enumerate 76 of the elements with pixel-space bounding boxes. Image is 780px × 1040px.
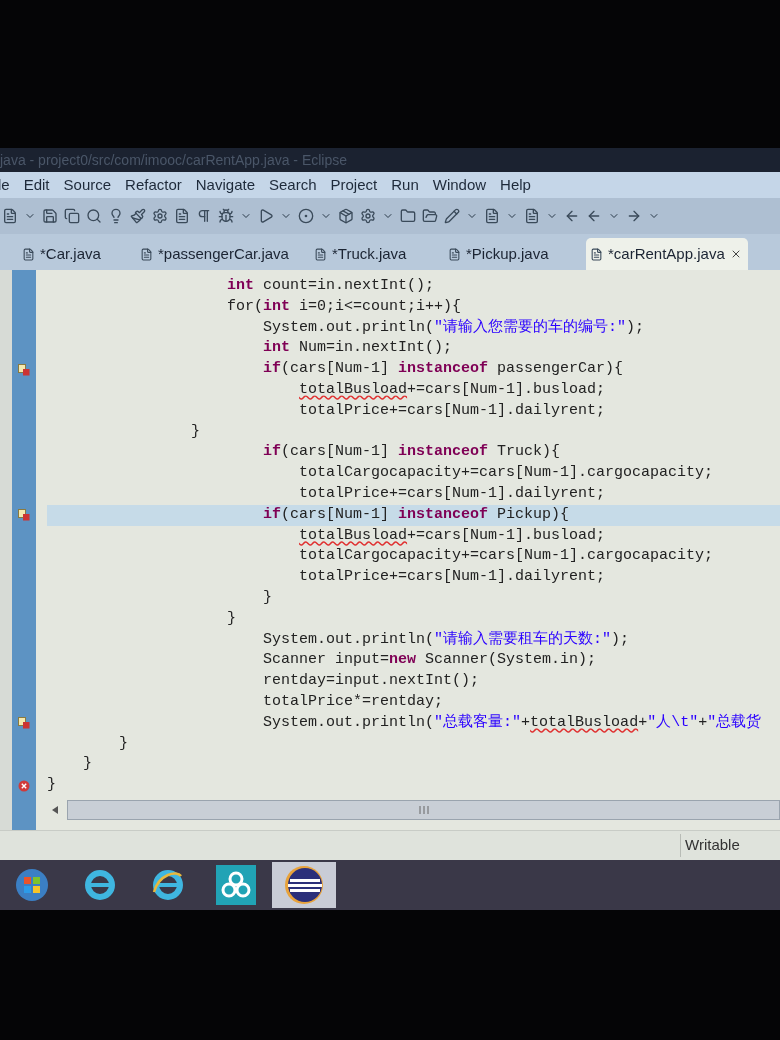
quick-fix-icon[interactable] [18, 509, 30, 522]
record-icon[interactable] [298, 208, 314, 224]
eclipse-app-icon [284, 865, 324, 905]
bug-icon[interactable] [218, 208, 234, 224]
pencil-icon[interactable] [444, 208, 460, 224]
editor-tab[interactable]: *Car.java [18, 238, 132, 270]
code-line: System.out.println("总载客量:"+totalBusload+"人\t"+"总载货 [262, 712, 763, 733]
menu-item[interactable]: Help [500, 173, 531, 197]
horizontal-scrollbar[interactable] [67, 800, 780, 820]
gear-icon[interactable] [360, 208, 376, 224]
window-title: java - project0/src/com/imooc/carRentApp.java - Eclipse [0, 150, 348, 170]
editor-tab[interactable]: *Pickup.java [444, 238, 582, 270]
menu-item[interactable]: Search [269, 173, 317, 197]
document-icon[interactable] [484, 208, 500, 224]
menu-item[interactable]: Edit [23, 173, 50, 197]
save-icon[interactable] [42, 208, 58, 224]
pilcrow-icon[interactable] [196, 208, 212, 224]
menu-item[interactable]: Window [432, 173, 487, 197]
editor-tab[interactable]: *Truck.java [310, 238, 440, 270]
code-line: } [226, 608, 238, 629]
menu-item[interactable]: Project [330, 173, 378, 197]
code-line: } [47, 775, 57, 796]
code-line: if(cars[Num-1] instanceof passengerCar){ [262, 359, 625, 380]
code-line: for(int i=0;i<=count;i++){ [226, 296, 463, 317]
menu-item[interactable]: Run [391, 173, 419, 197]
cloud-app-icon [216, 865, 256, 905]
code-line: if(cars[Num-1] instanceof Truck){ [262, 442, 562, 463]
brush-icon[interactable] [130, 208, 146, 224]
java-file-icon [314, 247, 327, 261]
java-file-icon [22, 247, 35, 261]
code-line: totalCargocapacity+=cars[Num-1].cargocapacity; [298, 546, 715, 567]
code-line: } [262, 587, 274, 608]
java-file-icon [590, 247, 603, 261]
code-line: totalCargocapacity+=cars[Num-1].cargocapacity; [298, 463, 715, 484]
scroll-left-icon[interactable] [51, 805, 59, 815]
gear-icon[interactable] [152, 208, 168, 224]
code-line: } [82, 754, 93, 775]
browser-e-icon [151, 868, 185, 902]
taskbar-button[interactable] [272, 862, 336, 908]
editor-tab[interactable]: *carRentApp.java [586, 238, 748, 270]
quick-fix-icon[interactable] [18, 363, 30, 376]
browser-e-icon [83, 868, 117, 902]
code-line: int count=in.nextInt(); [226, 276, 436, 296]
java-file-icon [448, 247, 461, 261]
code-line: int Num=in.nextInt(); [262, 338, 454, 359]
document-icon[interactable] [524, 208, 540, 224]
run-icon[interactable] [258, 208, 274, 224]
menu-item[interactable]: Navigate [195, 173, 255, 197]
code-line: System.out.println("请输入您需要的车的编号:"); [262, 317, 646, 338]
code-line: totalPrice+=cars[Num-1].dailyrent; [298, 483, 607, 504]
code-line: Scanner input=new Scanner(System.in); [262, 650, 598, 671]
code-line: rentday=input.nextInt(); [262, 671, 481, 692]
new-file-icon[interactable] [2, 208, 18, 224]
package-icon[interactable] [338, 208, 354, 224]
code-line: System.out.println("请输入需要租车的天数:"); [262, 629, 631, 650]
code-line: totalBusload+=cars[Num-1].busload; [298, 525, 607, 546]
code-line: totalBusload+=cars[Num-1].busload; [298, 380, 607, 400]
lightbulb-icon[interactable] [108, 208, 124, 224]
folder-icon[interactable] [400, 208, 416, 224]
editor-tab[interactable]: *passengerCar.java [136, 238, 306, 270]
menu-item[interactable]: Refactor [125, 173, 182, 197]
folder-icon[interactable] [422, 208, 438, 224]
quick-fix-icon[interactable] [18, 717, 30, 730]
menu-item[interactable]: Source [63, 173, 112, 197]
document-icon[interactable] [174, 208, 190, 224]
code-line: totalPrice+=cars[Num-1].dailyrent; [298, 400, 607, 421]
windows-logo-icon [15, 868, 49, 902]
status-text: Writable [680, 834, 780, 857]
search-icon[interactable] [86, 208, 102, 224]
grip-icon [418, 806, 429, 814]
code-line: } [118, 733, 129, 754]
save-all-icon[interactable] [64, 208, 80, 224]
java-file-icon [140, 247, 153, 261]
code-line: } [190, 421, 202, 442]
code-line: totalPrice*=rentday; [262, 691, 445, 712]
code-line: totalPrice+=cars[Num-1].dailyrent; [298, 567, 607, 588]
